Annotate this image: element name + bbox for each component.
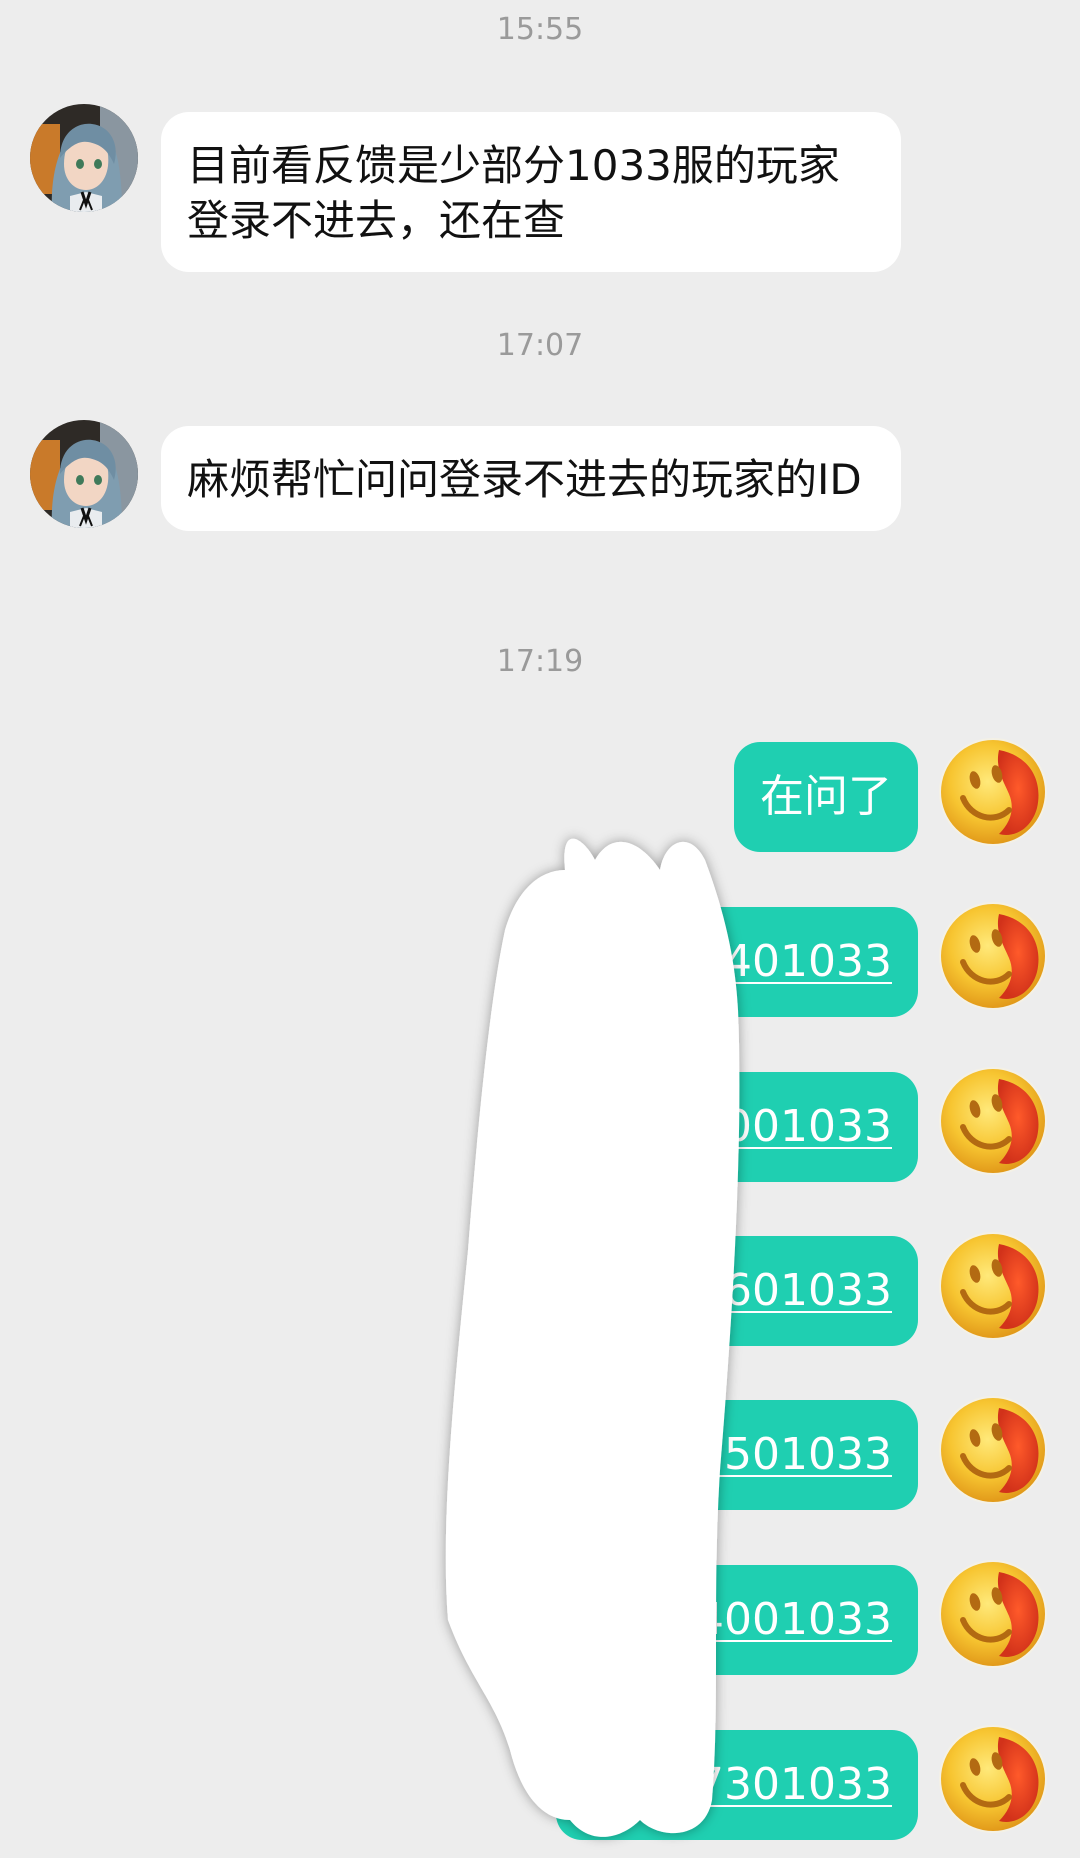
timestamp: 17:19 — [496, 644, 584, 679]
player-id-link[interactable]: 3501033 — [696, 1429, 892, 1480]
incoming-message-bubble[interactable]: 麻烦帮忙问问登录不进去的玩家的ID — [161, 426, 901, 531]
player-id-link[interactable]: 4001033 — [696, 1594, 892, 1645]
outgoing-message-bubble[interactable]: 在问了 — [734, 742, 918, 852]
anime-girl-avatar-icon[interactable] — [30, 420, 138, 528]
player-id-link[interactable]: 7301033 — [696, 1759, 892, 1810]
smiley-face-avatar-icon[interactable] — [939, 738, 1047, 846]
timestamp: 17:07 — [496, 328, 584, 363]
anime-girl-avatar-icon[interactable] — [30, 104, 138, 212]
smiley-face-avatar-icon[interactable] — [939, 902, 1047, 1010]
smiley-face-avatar-icon[interactable] — [939, 1067, 1047, 1175]
player-id-link[interactable]: 401033 — [724, 936, 892, 987]
smiley-face-avatar-icon[interactable] — [939, 1232, 1047, 1340]
outgoing-id-bubble[interactable]: 001033 — [584, 1072, 918, 1182]
player-id-link[interactable]: 001033 — [724, 1101, 892, 1152]
outgoing-id-bubble[interactable]: 601033 — [584, 1236, 918, 1346]
message-text: 在问了 — [760, 771, 892, 822]
outgoing-id-bubble[interactable]: 3501033 — [556, 1400, 918, 1510]
timestamp: 15:55 — [496, 12, 584, 47]
smiley-face-avatar-icon[interactable] — [939, 1396, 1047, 1504]
smiley-face-avatar-icon[interactable] — [939, 1725, 1047, 1833]
player-id-link[interactable]: 601033 — [724, 1265, 892, 1316]
smiley-face-avatar-icon[interactable] — [939, 1560, 1047, 1668]
outgoing-id-bubble[interactable]: 7301033 — [556, 1730, 918, 1840]
outgoing-id-bubble[interactable]: 401033 — [584, 907, 918, 1017]
incoming-message-bubble[interactable]: 目前看反馈是少部分1033服的玩家登录不进去，还在查 — [161, 112, 901, 272]
outgoing-id-bubble[interactable]: 4001033 — [556, 1565, 918, 1675]
redaction-scribble — [445, 838, 740, 1837]
